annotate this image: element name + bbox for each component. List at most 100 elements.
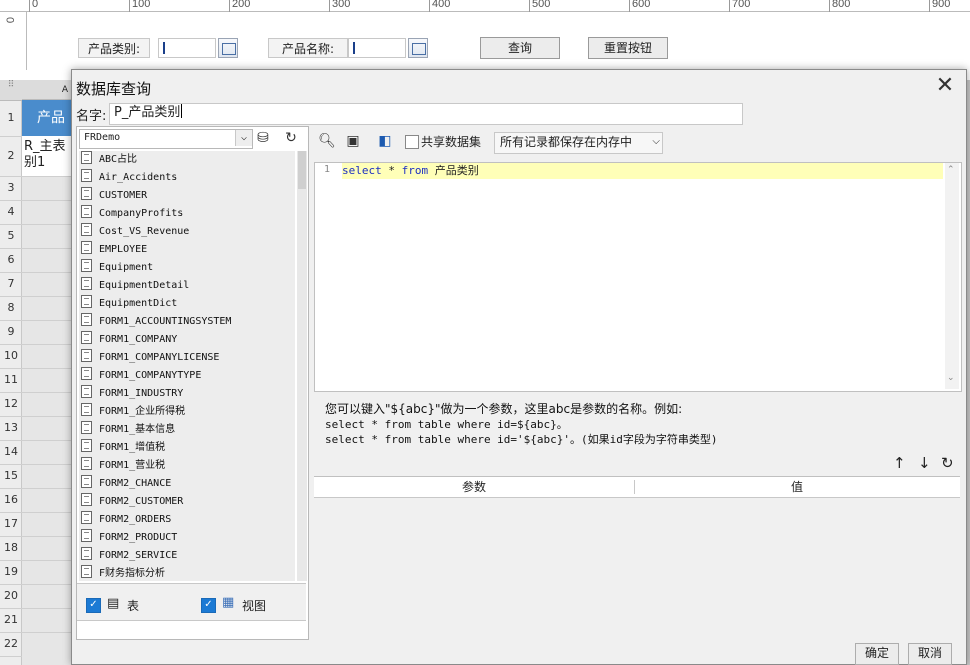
table-list-item[interactable]: ABC占比 [81,151,137,169]
table-list-item[interactable]: FORM2_PRODUCT [81,529,177,547]
category-input[interactable] [158,38,216,58]
cancel-button[interactable]: 取消 [908,643,952,665]
row-number[interactable]: 20 [0,584,22,609]
refresh-icon[interactable]: ↻ [281,128,301,148]
scroll-down-icon[interactable]: ⌄ [947,373,955,383]
row-number[interactable]: 18 [0,536,22,561]
header-cell[interactable]: 产品 [22,100,71,136]
row-number[interactable]: 7 [0,272,22,297]
product-name-input[interactable] [348,38,406,58]
table-list-item[interactable]: FORM1_营业税 [81,457,165,475]
editor-scrollbar[interactable]: ⌃ ⌄ [945,163,959,389]
view-filter-checkbox[interactable]: ✓ [201,598,216,613]
row-number[interactable]: 4 [0,200,22,225]
table-list-item[interactable]: EMPLOYEE [81,241,147,259]
table-list-item[interactable]: FORM1_企业所得税 [81,403,185,421]
row-number[interactable]: 11 [0,368,22,393]
table-icon [81,295,92,308]
share-dataset-checkbox[interactable] [405,135,419,149]
view-filter-label: 视图 [242,599,267,613]
table-list-item[interactable]: FORM2_CUSTOMER [81,493,183,511]
table-list-item[interactable]: FORM1_INDUSTRY [81,385,183,403]
scroll-up-icon[interactable]: ⌃ [947,165,955,175]
reset-button[interactable]: 重置按钮 [588,37,668,59]
table-list-item[interactable]: Air_Accidents [81,169,177,187]
preview-icon[interactable]: 🔍︎ [317,131,337,151]
row-number[interactable]: 1 [0,100,22,137]
save-icon[interactable]: ◧ [375,131,395,151]
param-example-1: select * from table where id=${abc}。 [325,418,568,431]
grid-line [22,176,71,177]
name-input[interactable]: P_产品类别 [109,103,743,125]
row-number[interactable]: 15 [0,464,22,489]
row-number[interactable]: 9 [0,320,22,345]
product-name-label: 产品名称: [268,38,348,58]
table-name: CUSTOMER [99,190,148,201]
table-list-item[interactable]: EquipmentDict [81,295,177,313]
row-number[interactable]: 2 [0,136,22,177]
table-icon [81,421,92,434]
table-list-item[interactable]: F财务指标分析 [81,565,165,581]
column-header-a[interactable]: A [22,80,71,100]
row-number[interactable]: 6 [0,248,22,273]
row-header-column: ⠿ 1 2 3 4 5 6 7 8 9 10 11 12 13 14 15 16 17 18 19 20 21 22 [0,80,22,665]
table-list-item[interactable]: FORM1_增值税 [81,439,165,457]
chevron-down-icon[interactable]: ⌵ [235,130,252,146]
sql-line[interactable]: select * from 产品类别 [342,163,943,179]
edit-datasource-icon[interactable]: ⛁ [253,128,273,148]
row-number[interactable]: 8 [0,296,22,321]
database-query-dialog: 数据库查询 ✕ 名字: P_产品类别 FRDemo ⌵ ⛁ ↻ ABC占比 Air… [71,69,967,665]
row-number[interactable]: 12 [0,392,22,417]
sql-format-icon[interactable]: ▣ [343,131,363,151]
row-number[interactable]: 13 [0,416,22,441]
datasource-select[interactable]: FRDemo ⌵ [79,129,253,149]
ruler-number: 900 [932,0,951,10]
product-picker-icon[interactable] [408,38,428,58]
table-list-item[interactable]: FORM1_ACCOUNTINGSYSTEM [81,313,231,331]
table-list-item[interactable]: FORM1_COMPANY [81,331,177,349]
row-number[interactable]: 5 [0,224,22,249]
row-number[interactable]: 14 [0,440,22,465]
table-list-item[interactable]: Equipment [81,259,153,277]
row-number[interactable]: 21 [0,608,22,633]
table-filter-checkbox[interactable]: ✓ [86,598,101,613]
row-number[interactable]: 16 [0,488,22,513]
table-icon [81,313,92,326]
row-number[interactable]: 19 [0,560,22,585]
sql-editor[interactable]: 1 select * from 产品类别 ⌃ ⌄ [314,162,962,392]
table-list-item[interactable]: EquipmentDetail [81,277,189,295]
row-number[interactable]: 17 [0,512,22,537]
table-list-item[interactable]: CompanyProfits [81,205,183,223]
ok-button[interactable]: 确定 [855,643,899,665]
storage-select[interactable]: 所有记录都保存在内存中 ⌵ [494,132,663,154]
table-list-item[interactable]: Cost_VS_Revenue [81,223,189,241]
table-icon [81,547,92,560]
query-button[interactable]: 查询 [480,37,560,59]
table-list-item[interactable]: FORM2_SERVICE [81,547,177,565]
table-name: FORM2_CHANCE [99,478,172,489]
move-down-icon[interactable]: ↓ [918,454,931,472]
ruler-number: 400 [432,0,451,10]
close-icon[interactable]: ✕ [934,75,956,98]
move-up-icon[interactable]: ↑ [893,454,906,472]
param-hint: 您可以键入"${abc}"做为一个参数，这里abc是参数的名称。例如: [325,402,683,416]
row-number[interactable]: 22 [0,632,22,657]
table-list-item[interactable]: FORM2_ORDERS [81,511,171,529]
sheet-cells[interactable]: A 产品 R_主表别1 [22,80,71,665]
category-picker-icon[interactable] [218,38,238,58]
refresh-params-icon[interactable]: ↻ [941,454,954,472]
table-search-input[interactable] [77,620,306,639]
table-list-scrollbar[interactable] [297,151,307,581]
table-list-item[interactable]: FORM1_COMPANYTYPE [81,367,201,385]
grid-line [22,560,71,561]
sub-cell[interactable]: R_主表别1 [22,136,71,176]
table-list-item[interactable]: FORM2_CHANCE [81,475,171,493]
table-list-item[interactable]: CUSTOMER [81,187,147,205]
table-list-item[interactable]: FORM1_基本信息 [81,421,175,439]
row-number[interactable]: 3 [0,176,22,201]
table-icon [81,511,92,524]
table-list-item[interactable]: FORM1_COMPANYLICENSE [81,349,219,367]
grid-line [22,200,71,201]
row-number[interactable]: 10 [0,344,22,369]
ruler-number: 700 [732,0,751,10]
